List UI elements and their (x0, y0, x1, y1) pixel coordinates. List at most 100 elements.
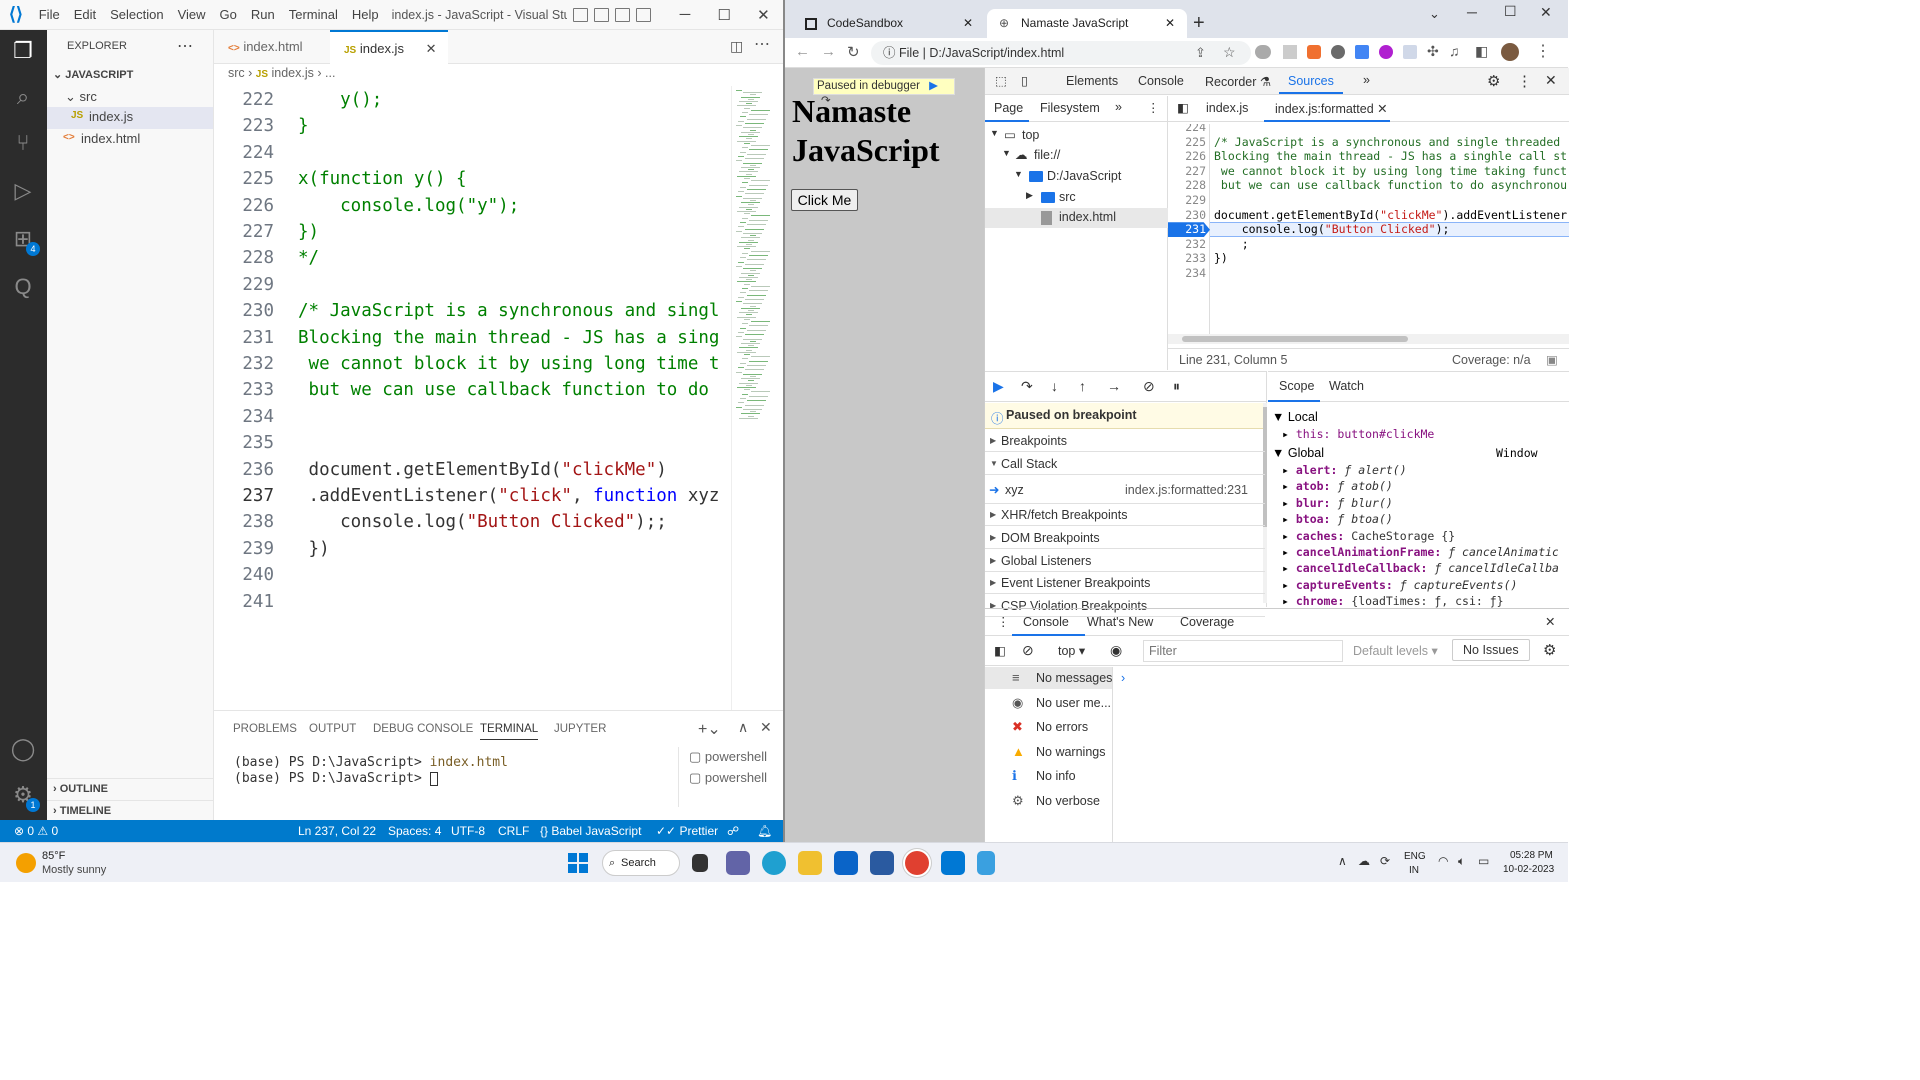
drawer-tab-coverage[interactable]: Coverage (1180, 615, 1234, 629)
split-editor-icon[interactable]: ◫ (730, 38, 743, 55)
tab-index-js[interactable]: JS index.js ✕ (330, 30, 448, 64)
log-levels-dropdown[interactable]: Default levels ▾ (1353, 643, 1438, 658)
toggle-secondary-sidebar-icon[interactable] (615, 7, 631, 22)
more-actions-icon[interactable]: ⋯ (754, 34, 770, 54)
chrome-menu-icon[interactable]: ⋮ (1535, 41, 1551, 61)
weather-sun-icon[interactable] (16, 853, 36, 873)
debugger-section[interactable]: ▶ Breakpoints (985, 430, 1265, 452)
customize-menu-icon[interactable]: ⋮ (1517, 72, 1532, 90)
device-toolbar-icon[interactable]: ▯ (1021, 73, 1028, 88)
scope-global[interactable]: ▼ Global (1272, 446, 1324, 460)
close-devtools-icon[interactable]: ✕ (1545, 72, 1557, 89)
scope-entry[interactable]: ▸ alert: ƒ alert() (1282, 463, 1407, 477)
menu-selection[interactable]: Selection (103, 7, 170, 22)
new-tab-icon[interactable]: + (1193, 12, 1205, 35)
scope-global-value[interactable]: Window (1496, 446, 1538, 460)
extension-icon[interactable] (1379, 45, 1393, 59)
menu-help[interactable]: Help (345, 7, 386, 22)
tab-index-html[interactable]: <> index.html (214, 30, 330, 64)
tree-item-top[interactable]: ▼ ▭ top (985, 126, 1168, 146)
settings-gear-icon[interactable]: ⚙ 1 (8, 780, 40, 812)
tree-item-file[interactable]: ▼ ☁ file:// (985, 146, 1168, 166)
deactivate-breakpoints-icon[interactable]: ⊘ (1143, 378, 1155, 395)
console-filter-item[interactable]: ⚙ No verbose (985, 790, 1112, 812)
source-line-number[interactable]: 228 (1168, 178, 1206, 192)
file-index-html[interactable]: <> index.html (47, 129, 213, 151)
info-icon[interactable]: ⓘ (883, 46, 896, 60)
side-panel-icon[interactable]: ◧ (1475, 43, 1488, 60)
extension-icon[interactable] (1283, 45, 1297, 59)
search-icon[interactable]: ⌕ (8, 82, 38, 112)
more-actions-icon[interactable]: ⋯ (177, 36, 193, 56)
browser-tab-namaste[interactable]: ⊕ Namaste JavaScript ✕ (987, 9, 1187, 38)
nav-tab-filesystem[interactable]: Filesystem (1040, 101, 1100, 115)
run-debug-icon[interactable]: ▷ (8, 176, 38, 206)
menu-edit[interactable]: Edit (67, 7, 103, 22)
close-tab-icon[interactable]: ✕ (1377, 102, 1387, 116)
console-filter-item[interactable]: ℹ No info (985, 765, 1112, 787)
onedrive-icon[interactable]: ☁ (1358, 854, 1370, 868)
close-tab-icon[interactable]: ✕ (1165, 9, 1175, 38)
call-stack-frame[interactable]: ➜ xyz index.js:formatted:231 (985, 476, 1265, 504)
close-icon[interactable]: ✕ (744, 6, 783, 24)
file-explorer-icon[interactable] (798, 851, 822, 875)
live-expression-eye-icon[interactable]: ◉ (1110, 642, 1122, 659)
teams-icon[interactable] (726, 851, 750, 875)
console-settings-icon[interactable]: ⚙ (1543, 641, 1556, 659)
battery-icon[interactable]: ▭ (1478, 854, 1489, 868)
scope-local[interactable]: ▼ Local (1272, 410, 1318, 424)
end-of-line[interactable]: CRLF (498, 824, 529, 838)
browser-tab-codesandbox[interactable]: CodeSandbox ✕ (793, 9, 985, 38)
debugger-section[interactable]: ▼ Call Stack (985, 453, 1265, 475)
new-terminal-icon[interactable]: +⌄ (698, 719, 721, 739)
drawer-menu-icon[interactable]: ⋮ (997, 614, 1010, 629)
close-icon[interactable]: ✕ (1540, 4, 1552, 21)
debugger-section[interactable]: ▶ DOM Breakpoints (985, 527, 1265, 549)
source-control-icon[interactable]: ⑂ (8, 128, 38, 158)
weather-temp[interactable]: 85°F (42, 850, 65, 862)
tree-item-index-html[interactable]: index.html (985, 208, 1168, 228)
extension-icon[interactable] (1331, 45, 1345, 59)
minimize-icon[interactable]: ─ (665, 6, 704, 23)
show-hidden-icons[interactable]: ∧ (1338, 854, 1347, 868)
clear-console-icon[interactable]: ⊘ (1022, 642, 1034, 659)
reload-icon[interactable]: ↻ (847, 43, 860, 61)
scope-entry[interactable]: ▸ cancelAnimationFrame: ƒ cancelAnimatic (1282, 545, 1558, 559)
step-into-icon[interactable]: ↓ (1051, 378, 1058, 394)
devtools-tab-recorder[interactable]: Recorder ⚗ (1205, 74, 1271, 89)
back-icon[interactable]: ← (795, 43, 810, 60)
scope-entry[interactable]: ▸ cancelIdleCallback: ƒ cancelIdleCallba (1282, 561, 1558, 575)
language-mode[interactable]: {} Babel JavaScript (540, 824, 641, 838)
panel-tab-output[interactable]: OUTPUT (309, 723, 356, 735)
watch-tab[interactable]: Watch (1329, 379, 1364, 393)
source-line-number[interactable]: 233 (1168, 251, 1206, 265)
source-line-number[interactable]: 226 (1168, 149, 1206, 163)
scope-entry[interactable]: ▸ caches: CacheStorage {} (1282, 529, 1455, 543)
console-filter-item[interactable]: ▲ No warnings (985, 741, 1112, 763)
code-editor[interactable]: 222 y(); 223} 224 225 x(function y() {226 co… (214, 90, 729, 710)
prettier-status[interactable]: ✓✓ Prettier (656, 824, 718, 838)
scope-entry[interactable]: ▸ atob: ƒ atob() (1282, 479, 1393, 493)
panel-tab-debug-console[interactable]: DEBUG CONSOLE (373, 723, 473, 735)
close-drawer-icon[interactable]: ✕ (1545, 614, 1555, 629)
store-icon[interactable] (870, 851, 894, 875)
timeline-section[interactable]: › TIMELINE (47, 800, 213, 822)
minimap[interactable] (731, 86, 783, 710)
scope-this[interactable]: ▸ this: button#clickMe (1282, 427, 1434, 441)
file-tab-index-js[interactable]: index.js (1206, 101, 1248, 115)
edge-icon[interactable] (762, 851, 786, 875)
vscode-icon[interactable] (941, 851, 965, 875)
drawer-tab-whats-new[interactable]: What's New (1087, 615, 1153, 629)
devtools-tab-elements[interactable]: Elements (1066, 74, 1118, 88)
more-tabs-icon[interactable]: » (1115, 100, 1122, 114)
panel-tab-terminal[interactable]: TERMINAL (480, 723, 539, 740)
step-over-icon[interactable]: ↷ (1021, 378, 1033, 395)
problems-status[interactable]: ⊗ 0 ⚠ 0 (14, 824, 58, 838)
forward-icon[interactable]: → (821, 43, 836, 60)
console-filter-item[interactable]: ≡ No messages (985, 667, 1112, 689)
region-indicator[interactable]: IN (1409, 865, 1419, 876)
click-me-button[interactable]: Click Me (791, 189, 858, 211)
resume-icon[interactable]: ▶︎ (993, 378, 1004, 395)
account-icon[interactable]: ◯ (8, 734, 38, 764)
notepad-icon[interactable] (977, 851, 995, 875)
